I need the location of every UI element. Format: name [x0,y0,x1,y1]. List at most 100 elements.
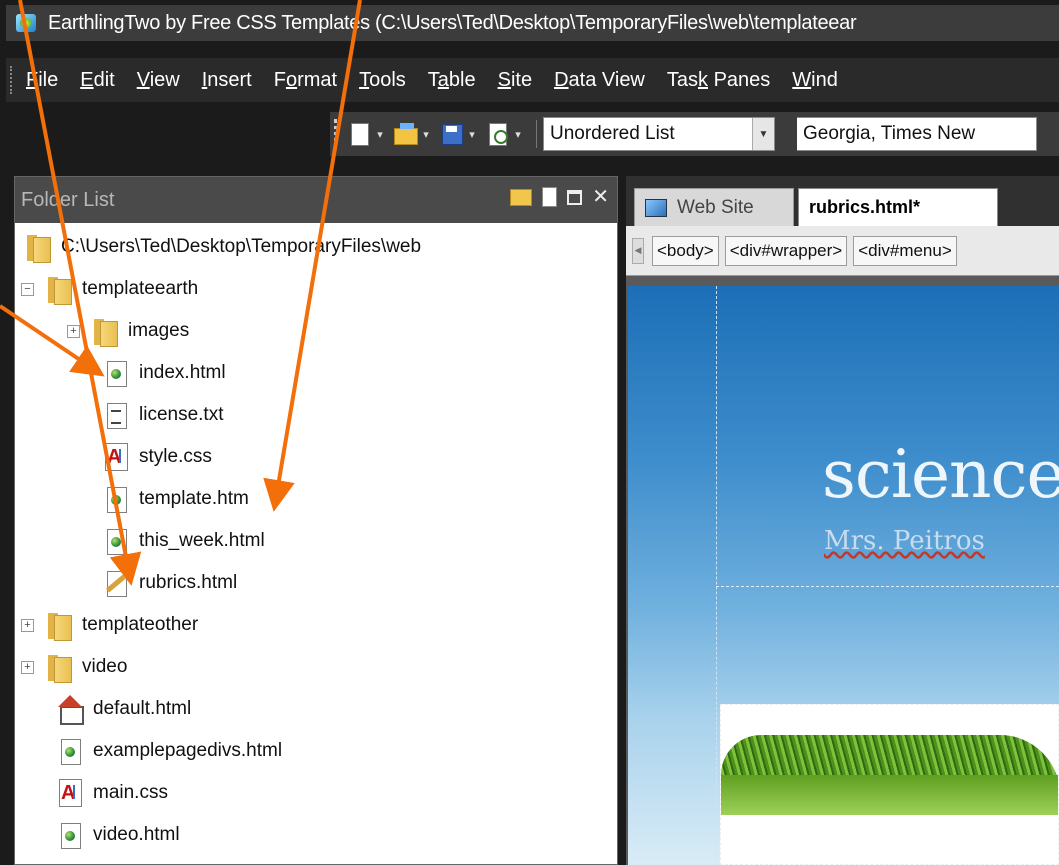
collapse-icon[interactable]: − [21,282,34,296]
tree-root-label: C:\Users\Ted\Desktop\TemporaryFiles\web [61,236,422,257]
menu-insert[interactable]: Insert [202,69,252,92]
window-title: EarthlingTwo by Free CSS Templates (C:\U… [48,11,857,34]
editor-pane: Web Site rubrics.html* ◀ <body> <div#wra… [626,176,1059,865]
folder-icon [92,317,118,347]
menu-edit[interactable]: Edit [80,69,114,92]
quick-tag-selector: ◀ <body> <div#wrapper> <div#menu> [626,226,1059,276]
tree-item-rubrics-html[interactable]: rubrics.html [103,563,237,603]
tree-root[interactable]: C:\Users\Ted\Desktop\TemporaryFiles\web [25,227,421,267]
toolbar-grip[interactable] [334,119,340,149]
tree-item-label: examplepagedivs.html [93,740,283,761]
new-folder-icon[interactable] [510,188,533,206]
layout-guide [716,286,717,865]
grass-header-image[interactable] [720,704,1059,865]
tree-item-label: index.html [139,362,226,383]
panel-title: Folder List [21,188,115,211]
tree-item-label: this_week.html [139,530,265,551]
tab-rubrics-html[interactable]: rubrics.html* [798,188,998,226]
tree-item-default-html[interactable]: default.html [57,689,191,729]
app-icon [14,12,40,34]
tree-item-label: images [128,320,190,341]
tree-item-images[interactable]: + images [67,311,189,351]
menu-file[interactable]: File [26,69,58,92]
tree-item-label: video.html [93,824,180,845]
tree-item-examplepagedivs-html[interactable]: examplepagedivs.html [57,731,282,771]
tag-body[interactable]: <body> [652,235,719,266]
save-icon[interactable] [438,120,464,148]
app-window: EarthlingTwo by Free CSS Templates (C:\U… [0,0,1059,865]
menu-data-view[interactable]: Data View [554,69,645,92]
tree-item-templateearth[interactable]: − templateearth [21,269,198,309]
subheading-text: Mrs. Peitros [824,526,985,556]
html-page-icon [57,737,83,765]
menu-site[interactable]: Site [498,69,532,92]
tree-item-label: template.htm [139,488,249,509]
toolbar-separator [536,120,537,148]
tree-item-label: video [82,656,128,677]
edit-page-icon [103,569,129,597]
tree-item-label: templateother [82,614,199,635]
tag-div-menu[interactable]: <div#menu> [853,235,957,266]
layout-guide [716,586,1059,587]
css-file-icon [103,443,129,471]
text-file-icon [103,401,129,429]
grass-image-base [721,775,1058,815]
tab-web-site[interactable]: Web Site [634,188,794,226]
menu-window[interactable]: Wind [792,69,838,92]
html-page-icon [103,485,129,513]
css-file-icon [57,779,83,807]
scroll-left-icon[interactable]: ◀ [632,237,644,264]
web-site-icon [645,198,667,217]
menu-task-panes[interactable]: Task Panes [667,69,770,92]
save-dropdown-icon[interactable]: ▾ [466,120,478,148]
menu-format[interactable]: Format [274,69,337,92]
folder-list-header: Folder List ✕ [15,177,617,223]
tab-label: Web Site [677,196,754,218]
tree-item-main-css[interactable]: main.css [57,773,168,813]
expand-icon[interactable]: + [67,324,80,338]
tree-item-templateother[interactable]: + templateother [21,605,198,645]
style-select[interactable]: Unordered List ▼ [543,117,775,151]
tree-item-video[interactable]: + video [21,647,127,687]
preview-icon[interactable] [484,120,510,148]
new-page-dropdown-icon[interactable]: ▾ [374,120,386,148]
new-page-icon[interactable] [542,187,558,207]
design-view-canvas[interactable]: science Mrs. Peitros [628,286,1059,865]
open-folder-icon[interactable] [392,120,418,148]
close-icon[interactable]: ✕ [592,187,609,207]
html-page-icon [57,821,83,849]
page-subheading[interactable]: Mrs. Peitros [824,526,985,556]
preview-dropdown-icon[interactable]: ▾ [512,120,524,148]
tree-item-label: templateearth [82,278,199,299]
tree-item-video-html[interactable]: video.html [57,815,180,855]
tree-item-label: style.css [139,446,212,467]
font-select[interactable]: Georgia, Times New [797,117,1037,151]
tree-item-style-css[interactable]: style.css [103,437,212,477]
menu-grip[interactable] [10,66,16,94]
menu-view[interactable]: View [137,69,180,92]
tree-item-this-week-html[interactable]: this_week.html [103,521,265,561]
open-dropdown-icon[interactable]: ▾ [420,120,432,148]
expand-icon[interactable]: + [21,660,34,674]
tree-item-index-html[interactable]: index.html [103,353,226,393]
expand-icon[interactable]: + [21,618,34,632]
tag-div-wrapper[interactable]: <div#wrapper> [724,235,848,266]
folder-icon [46,653,72,683]
menu-table[interactable]: Table [428,69,476,92]
panel-controls: ✕ [510,187,609,207]
folder-icon [46,275,72,305]
html-page-icon [103,527,129,555]
formatting-toolbar: ▾ ▾ ▾ ▾ Unordered List ▼ Georgia, Times … [330,112,1059,156]
tab-label: rubrics.html* [809,197,921,217]
tree-item-template-htm[interactable]: template.htm [103,479,249,519]
tree-item-label: license.txt [139,404,224,425]
tree-item-license-txt[interactable]: license.txt [103,395,223,435]
chevron-down-icon[interactable]: ▼ [752,118,774,150]
folder-list-panel: Folder List ✕ C:\Users\Ted\Desktop\Tempo… [14,176,618,865]
new-page-icon[interactable] [346,120,372,148]
page-heading[interactable]: science [822,436,1059,513]
maximize-icon[interactable] [567,189,583,205]
tree-item-label: main.css [93,782,168,803]
folder-icon [46,611,72,641]
menu-tools[interactable]: Tools [359,69,406,92]
